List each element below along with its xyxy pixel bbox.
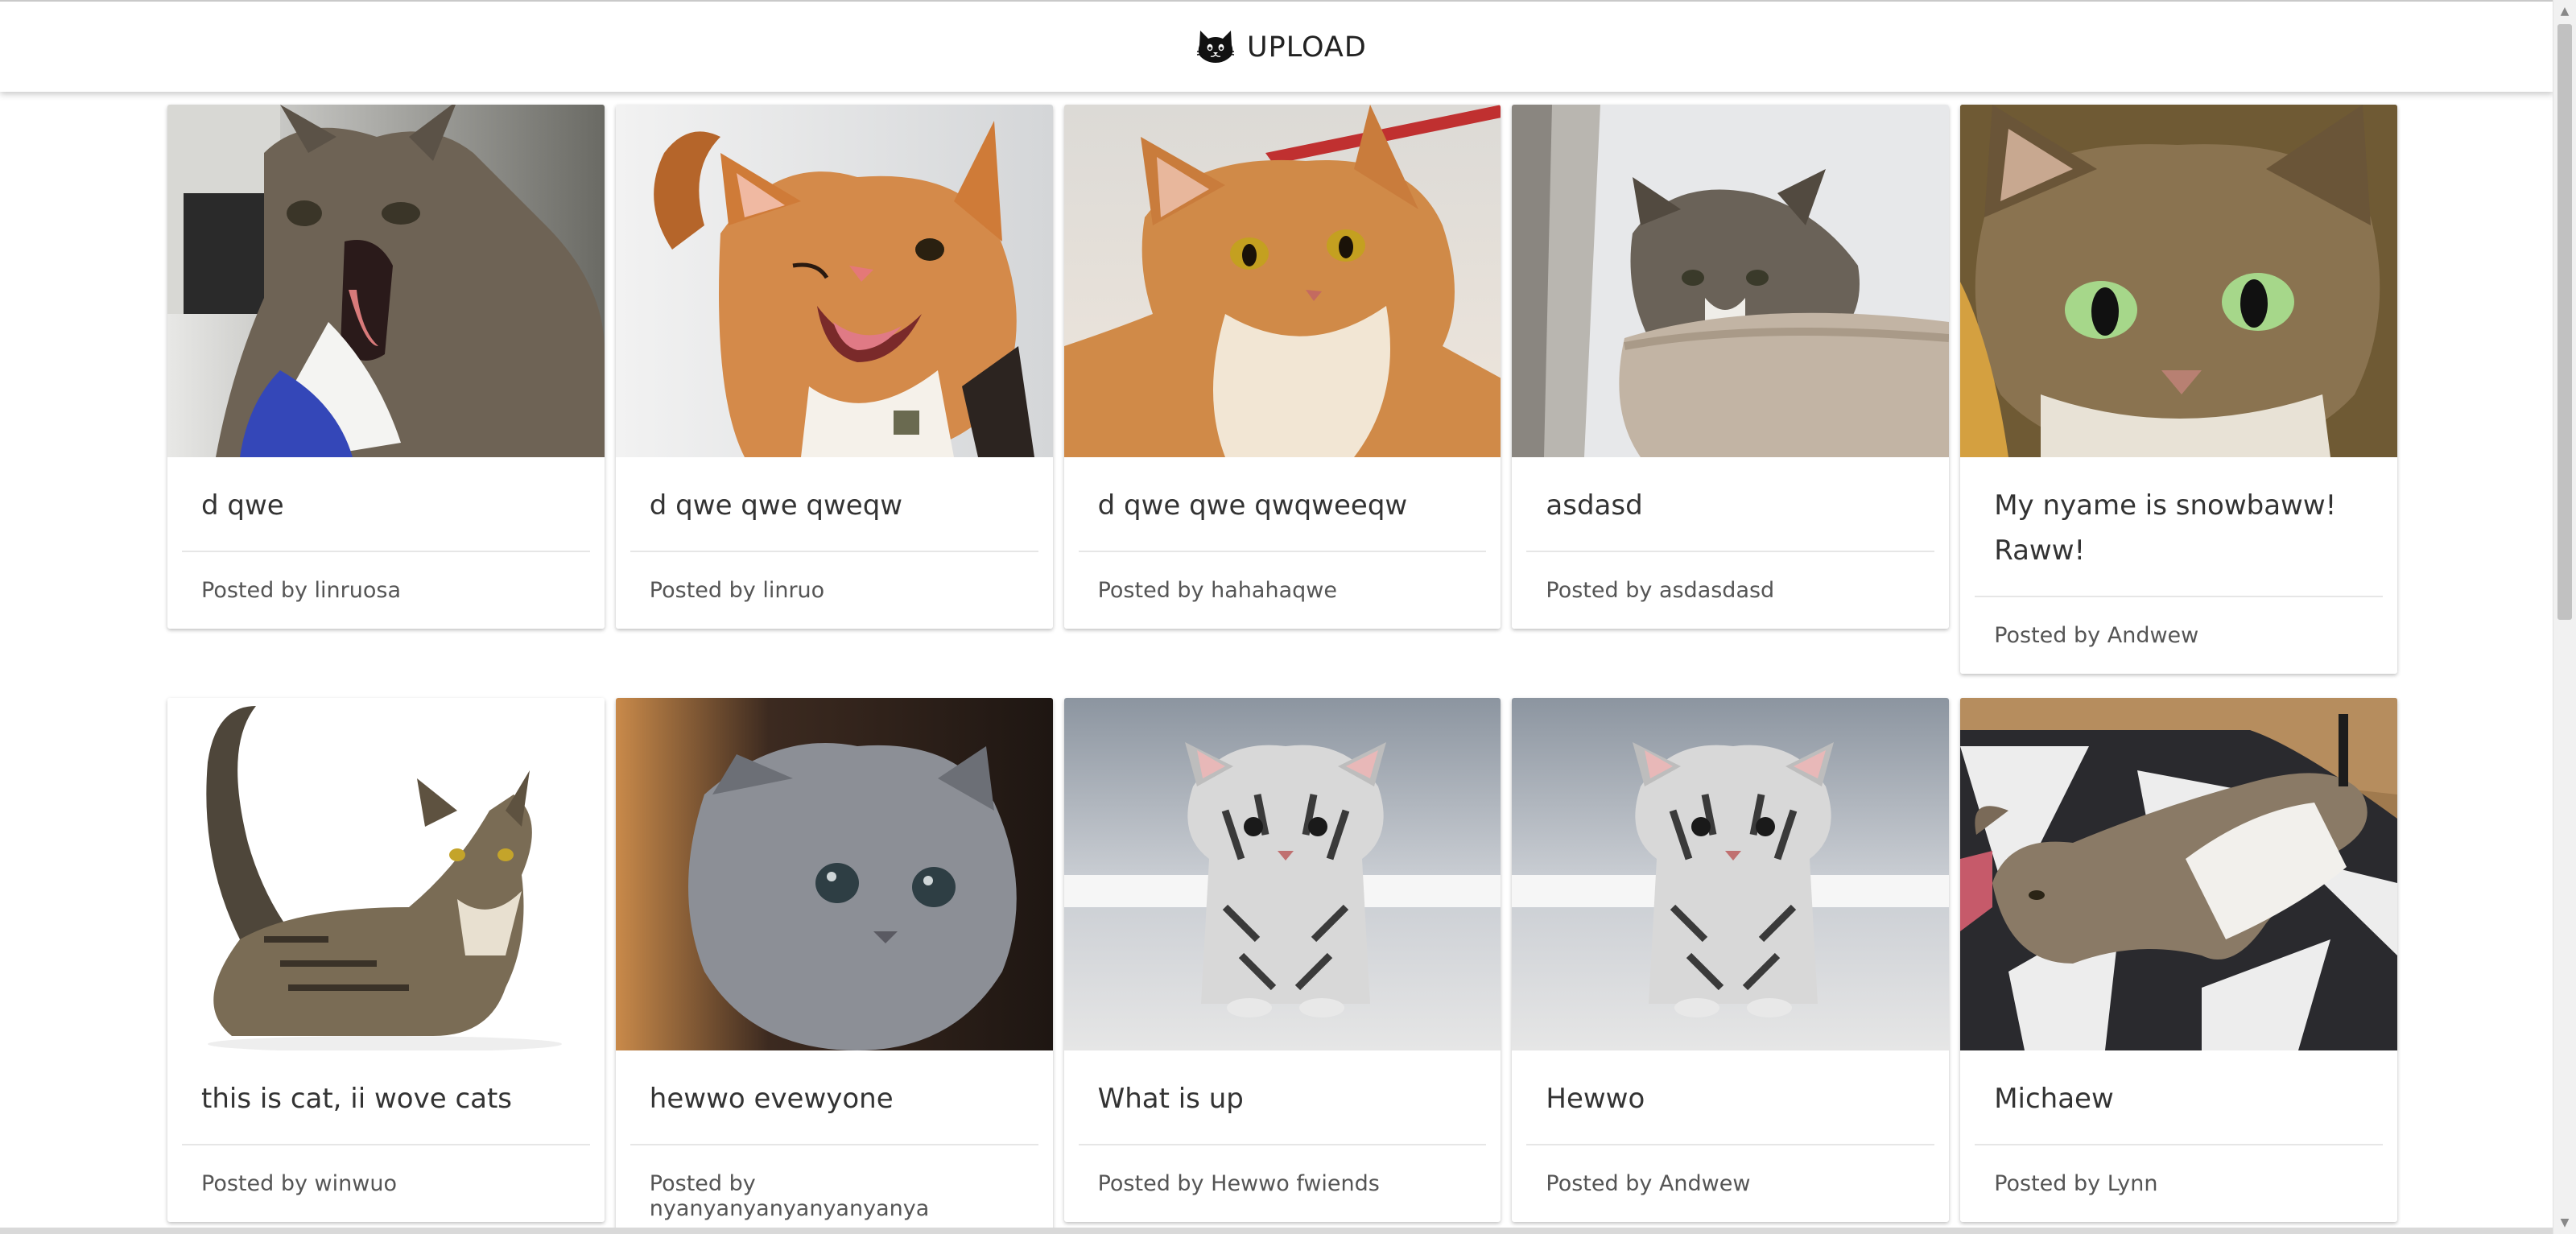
post-meta: Posted by Andwew xyxy=(1512,1145,1949,1222)
cat-photo xyxy=(615,105,1053,457)
cat-photo xyxy=(1960,698,2397,1050)
cat-photo xyxy=(167,698,605,1050)
cat-photo xyxy=(1512,698,1950,1050)
post-card[interactable]: Hewwo Posted by Andwew xyxy=(1512,698,1950,1222)
post-author: Lynn xyxy=(2107,1171,2158,1196)
post-author: hahahaqwe xyxy=(1211,578,1337,603)
posted-by-label: Posted by xyxy=(201,578,308,603)
post-row: d qwe Posted by linruosa d qwe qwe qweqw… xyxy=(167,105,2397,674)
post-card[interactable]: d qwe qwe qweqw Posted by linruo xyxy=(615,105,1053,629)
post-card[interactable]: this is cat, ii wove cats Posted by winw… xyxy=(167,698,605,1222)
posted-by-label: Posted by xyxy=(1546,1171,1653,1196)
top-bar: UPLOAD xyxy=(0,0,2553,92)
upload-button[interactable]: UPLOAD xyxy=(1195,29,1367,66)
post-author: linruo xyxy=(762,578,825,603)
posted-by-label: Posted by xyxy=(1097,1171,1204,1196)
cat-photo xyxy=(167,105,605,457)
post-meta: Posted by Lynn xyxy=(1960,1145,2397,1222)
scroll-up-icon[interactable]: ▲ xyxy=(2553,0,2576,23)
post-card[interactable]: hewwo evewyone Posted by nyanyanyanyanya… xyxy=(615,698,1053,1234)
cat-photo xyxy=(615,698,1053,1050)
post-row: this is cat, ii wove cats Posted by winw… xyxy=(167,698,2397,1234)
post-author: nyanyanyanyanyanyanya xyxy=(649,1196,930,1221)
post-title: hewwo evewyone xyxy=(649,1083,894,1115)
post-meta: Posted by linruosa xyxy=(167,552,605,629)
post-title: Michaew xyxy=(1994,1083,2114,1115)
posted-by-label: Posted by xyxy=(1994,1171,2101,1196)
post-meta: Posted by hahahaqwe xyxy=(1064,552,1501,629)
post-author: asdasdasd xyxy=(1658,578,1775,603)
post-title: d qwe qwe qwqweeqw xyxy=(1097,489,1408,522)
posted-by-label: Posted by xyxy=(1097,578,1204,603)
post-author: winwuo xyxy=(314,1171,397,1196)
post-card[interactable]: Michaew Posted by Lynn xyxy=(1960,698,2397,1222)
post-card[interactable]: My nyame is snowbaww! Raww! Posted by An… xyxy=(1960,105,2397,674)
cat-photo xyxy=(1063,105,1501,457)
post-title: this is cat, ii wove cats xyxy=(201,1083,513,1115)
posted-by-label: Posted by xyxy=(1546,578,1653,603)
posted-by-label: Posted by xyxy=(1994,623,2101,648)
upload-label: UPLOAD xyxy=(1247,31,1367,64)
post-meta: Posted by Andwew xyxy=(1960,597,2397,674)
post-card[interactable]: d qwe Posted by linruosa xyxy=(167,105,605,629)
post-card[interactable]: What is up Posted by Hewwo fwiends xyxy=(1063,698,1501,1222)
cat-photo xyxy=(1063,698,1501,1050)
posted-by-label: Posted by xyxy=(649,1171,756,1196)
post-title: asdasd xyxy=(1546,489,1643,522)
post-card[interactable]: asdasd Posted by asdasdasd xyxy=(1512,105,1950,629)
post-title: Hewwo xyxy=(1546,1083,1645,1115)
post-author: Andwew xyxy=(1658,1171,1751,1196)
vertical-scrollbar[interactable]: ▲ ▼ xyxy=(2553,0,2576,1234)
post-card[interactable]: d qwe qwe qwqweeqw Posted by hahahaqwe xyxy=(1063,105,1501,629)
post-meta: Posted by winwuo xyxy=(167,1145,605,1222)
post-title: d qwe xyxy=(201,489,284,522)
post-meta: Posted by linruo xyxy=(616,552,1053,629)
post-meta: Posted by nyanyanyanyanyanyanya xyxy=(616,1145,1053,1234)
post-author: Hewwo fwiends xyxy=(1211,1171,1380,1196)
post-title: My nyame is snowbaww! Raww! xyxy=(1994,489,2337,567)
post-author: Andwew xyxy=(2107,623,2199,648)
post-grid: d qwe Posted by linruosa d qwe qwe qweqw… xyxy=(167,105,2397,1234)
posted-by-label: Posted by xyxy=(649,578,756,603)
post-meta: Posted by Hewwo fwiends xyxy=(1064,1145,1501,1222)
post-title: d qwe qwe qweqw xyxy=(649,489,903,522)
horizontal-scrollbar[interactable] xyxy=(0,1228,2553,1234)
post-title: What is up xyxy=(1097,1083,1244,1115)
scrollbar-thumb[interactable] xyxy=(2557,24,2572,620)
posted-by-label: Posted by xyxy=(201,1171,308,1196)
scroll-down-icon[interactable]: ▼ xyxy=(2553,1211,2576,1234)
post-meta: Posted by asdasdasd xyxy=(1512,552,1949,629)
cat-icon xyxy=(1195,27,1236,68)
page: UPLOAD d qwe Posted by linruosa d qwe qw… xyxy=(0,0,2576,1234)
post-author: linruosa xyxy=(314,578,402,603)
cat-photo xyxy=(1512,105,1950,457)
cat-photo xyxy=(1960,105,2397,457)
